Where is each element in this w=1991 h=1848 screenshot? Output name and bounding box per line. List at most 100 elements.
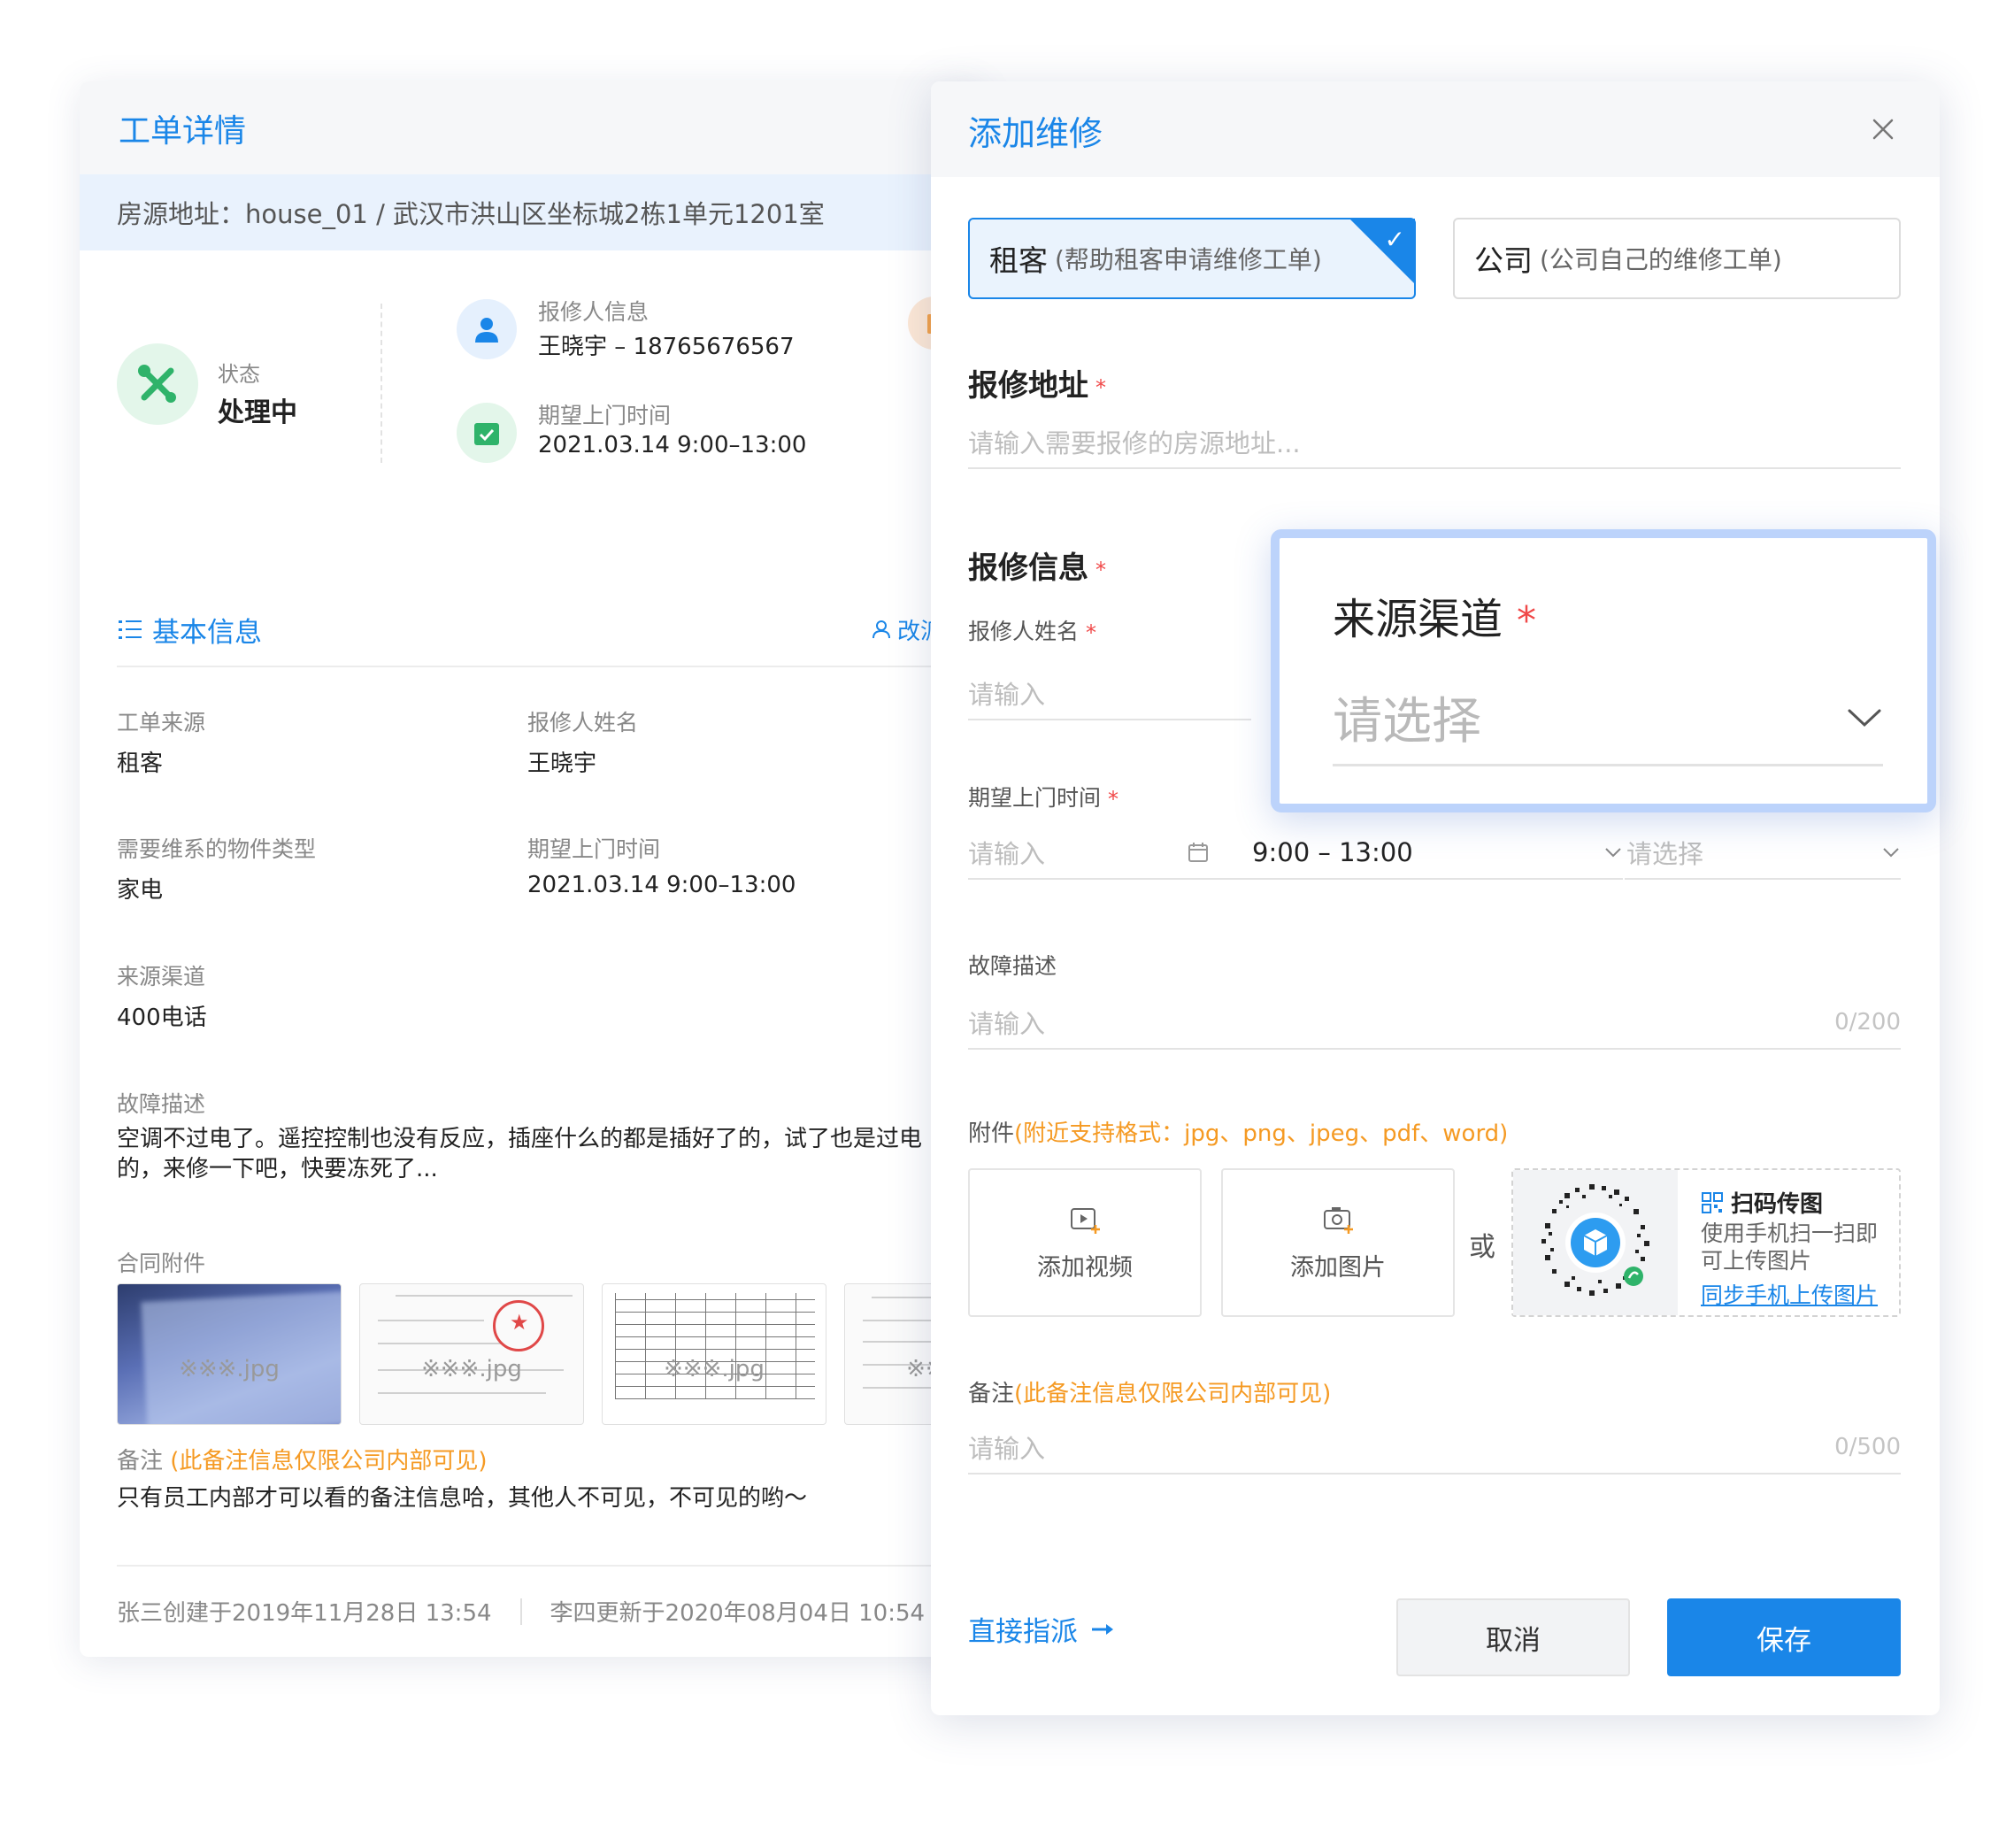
check-icon: ✓ <box>1384 225 1405 254</box>
seal-image <box>493 1300 544 1351</box>
property-address: 房源地址：house_01 / 武汉市洪山区坐标城2栋1单元1201室 <box>117 199 825 229</box>
add-video-label: 添加视频 <box>1037 1253 1133 1282</box>
attachment-name: ※※※.jpg <box>421 1356 522 1382</box>
mini-program-qr-code[interactable] <box>1513 1170 1678 1315</box>
detail-header: 工单详情 <box>80 81 982 174</box>
summary-divider <box>381 304 382 463</box>
source-channel-select[interactable]: 请选择 <box>1333 671 1883 766</box>
close-icon[interactable] <box>1865 112 1901 147</box>
source-value: 租客 <box>117 751 164 777</box>
updated-info: 李四更新于2020年08月04日 10:54 <box>550 1600 926 1627</box>
sync-phone-upload-link[interactable]: 同步手机上传图片 <box>1701 1278 1878 1310</box>
user-icon <box>457 299 517 359</box>
attachment-name: ※※※.jpg <box>664 1356 765 1382</box>
attachment-name: ※※※.jpg <box>179 1356 280 1382</box>
remark-placeholder: 请输入 <box>968 1434 1046 1464</box>
visit-date-range-input[interactable]: 请输入 9:00 – 13:00 <box>968 827 1623 880</box>
qr-upload-panel: 扫码传图 使用手机扫一扫即可上传图片 同步手机上传图片 <box>1511 1168 1901 1317</box>
fault-description-input[interactable]: 请输入 0/200 <box>968 997 1901 1050</box>
add-image-button[interactable]: 添加图片 <box>1221 1168 1455 1317</box>
source-label: 工单来源 <box>117 710 206 735</box>
modal-title: 添加维修 <box>968 114 1103 153</box>
fault-label: 故障描述 <box>117 1091 206 1117</box>
repair-address-placeholder: 请输入需要报修的房源地址... <box>968 428 1301 458</box>
visit-slot-select[interactable]: 请选择 <box>1625 827 1901 880</box>
add-repair-modal: 添加维修 租客 (帮助租客申请维修工单) ✓ 公司 (公司自己的维修工单) 报修… <box>931 81 1940 1715</box>
fault-placeholder: 请输入 <box>968 1009 1046 1039</box>
repair-info-title: 报修信息 * <box>968 551 1106 586</box>
attachment-label: 附件(附近支持格式：jpg、png、jpeg、pdf、word) <box>968 1120 1509 1147</box>
repair-address-input[interactable]: 请输入需要报修的房源地址... <box>968 416 1901 469</box>
type-option-tenant[interactable]: 租客 (帮助租客申请维修工单) ✓ <box>968 218 1416 299</box>
source-channel-title: 来源渠道 * <box>1333 595 1537 644</box>
created-info: 张三创建于2019年11月28日 13:54 <box>117 1600 492 1627</box>
chevron-down-icon[interactable] <box>1603 843 1623 862</box>
modal-header: 添加维修 <box>931 81 1940 177</box>
or-separator: 或 <box>1469 1232 1495 1263</box>
reporter-name-label: 报修人姓名 <box>527 710 639 735</box>
reporter-info-label: 报修人信息 <box>538 299 650 325</box>
remark-input[interactable]: 请输入 0/500 <box>968 1421 1901 1475</box>
calendar-check-icon <box>457 403 517 463</box>
attachment-thumbnail[interactable] <box>602 1283 826 1425</box>
required-mark: * <box>1517 598 1537 643</box>
direct-assign-label: 直接指派 <box>968 1616 1078 1648</box>
person-outline-icon <box>872 620 890 639</box>
video-add-icon <box>1071 1207 1100 1234</box>
remark-label: 备注 (此备注信息仅限公司内部可见) <box>117 1448 488 1475</box>
detail-footer: 张三创建于2019年11月28日 13:54 李四更新于2020年08月04日 … <box>117 1595 925 1628</box>
save-button[interactable]: 保存 <box>1667 1598 1901 1676</box>
required-mark: * <box>1095 557 1106 582</box>
direct-assign-link[interactable]: 直接指派 <box>968 1609 1117 1649</box>
required-mark: * <box>1086 620 1097 645</box>
work-order-detail-panel: 工单详情 房源地址：house_01 / 武汉市洪山区坐标城2栋1单元1201室… <box>80 81 982 1657</box>
fault-char-counter: 0/200 <box>1834 1009 1901 1036</box>
channel-label: 来源渠道 <box>117 964 206 989</box>
remark-value: 只有员工内部才可以看的备注信息哈，其他人不可见，不可见的哟～ <box>117 1485 808 1512</box>
item-type-value: 家电 <box>117 877 164 904</box>
visit-time-range-value: 9:00 – 13:00 <box>1252 837 1413 867</box>
reporter-name-field-label: 报修人姓名 * <box>968 619 1097 645</box>
fault-field-label: 故障描述 <box>968 953 1057 979</box>
type-option-label: 公司 <box>1474 243 1533 278</box>
source-channel-popover: 来源渠道 * 请选择 <box>1271 529 1936 812</box>
source-channel-placeholder: 请选择 <box>1333 693 1481 751</box>
property-address-bar: 房源地址：house_01 / 武汉市洪山区坐标城2栋1单元1201室 <box>80 174 982 250</box>
qr-code-icon <box>1702 1191 1723 1213</box>
remark-char-counter: 0/500 <box>1834 1434 1901 1460</box>
type-option-desc: (公司自己的维修工单) <box>1540 245 1782 274</box>
list-icon <box>119 620 142 639</box>
attachment-thumbnail[interactable] <box>117 1283 342 1425</box>
required-mark: * <box>1108 787 1119 812</box>
status-value: 处理中 <box>218 397 297 428</box>
tools-icon <box>117 343 198 425</box>
visit-time-value: 2021.03.14 9:00–13:00 <box>538 432 807 458</box>
detail-summary: 状态 处理中 报修人信息 王晓宇 – 18765676567 期望上门时间 20… <box>80 250 982 516</box>
remark-note: (此备注信息仅限公司内部可见) <box>170 1448 488 1475</box>
reporter-name-placeholder: 请输入 <box>968 680 1046 710</box>
fault-description: 空调不过电了。遥控控制也没有反应，插座什么的都是插好了的，试了也是过电的，来修一… <box>117 1126 923 1182</box>
add-video-button[interactable]: 添加视频 <box>968 1168 1202 1317</box>
basic-info-header: 基本信息 改派 <box>117 593 949 667</box>
visit-slot-placeholder: 请选择 <box>1626 839 1704 869</box>
qr-description: 使用手机扫一扫即可上传图片 <box>1701 1220 1879 1274</box>
cancel-button[interactable]: 取消 <box>1396 1598 1630 1676</box>
attachment-thumbnail[interactable] <box>359 1283 584 1425</box>
modal-remark-note: (此备注信息仅限公司内部可见) <box>1014 1381 1332 1407</box>
contract-label: 合同附件 <box>117 1251 206 1276</box>
add-image-label: 添加图片 <box>1290 1253 1386 1282</box>
modal-remark-label: 备注(此备注信息仅限公司内部可见) <box>968 1381 1332 1407</box>
chevron-down-icon[interactable] <box>1846 705 1883 730</box>
calendar-icon[interactable] <box>1187 841 1210 864</box>
chevron-down-icon[interactable] <box>1881 843 1901 862</box>
detail-title: 工单详情 <box>119 112 247 150</box>
reporter-name-value: 王晓宇 <box>527 751 597 777</box>
basic-info-title: 基本信息 <box>117 610 262 650</box>
reporter-name-input[interactable]: 请输入 <box>968 667 1251 720</box>
arrow-right-icon <box>1092 1623 1113 1635</box>
qr-title: 扫码传图 <box>1701 1186 1823 1219</box>
basic-info-label: 基本信息 <box>152 616 262 649</box>
visit-time-field-label: 期望上门时间 * <box>968 785 1119 812</box>
type-option-company[interactable]: 公司 (公司自己的维修工单) <box>1453 218 1901 299</box>
expected-time-label: 期望上门时间 <box>527 836 661 862</box>
